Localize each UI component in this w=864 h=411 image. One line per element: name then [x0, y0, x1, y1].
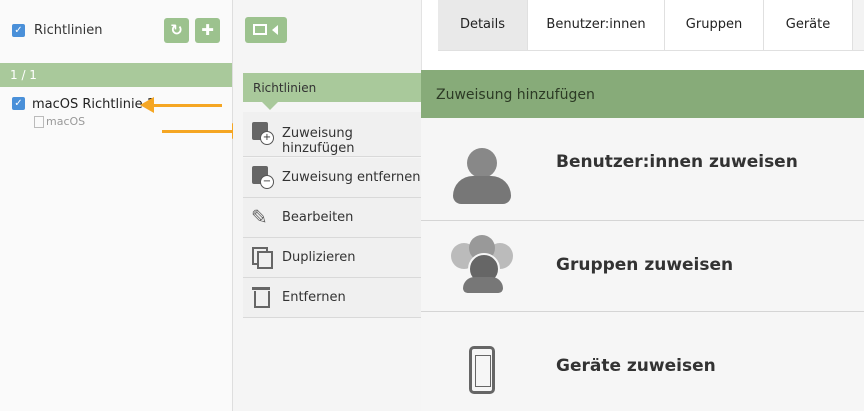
duplicate-icon [251, 246, 273, 269]
assign-groups-option[interactable]: Gruppen zuweisen [421, 221, 864, 312]
trash-icon [251, 286, 273, 308]
add-policy-button[interactable]: ✚ [195, 18, 220, 43]
action-label: Zuweisung hinzufügen [282, 126, 355, 156]
option-label: Geräte zuweisen [556, 356, 716, 376]
policy-list-pane [0, 0, 233, 411]
select-all-checkbox[interactable]: ✓ [12, 24, 25, 37]
policy-platform: macOS [46, 115, 86, 128]
action-label: Zuweisung entfernen [282, 170, 421, 185]
assignment-remove-icon: − [251, 166, 274, 189]
annotation-arrow-2 [162, 130, 232, 133]
assign-users-option[interactable]: Benutzer:innen zuweisen [421, 118, 864, 221]
refresh-button[interactable]: ↻ [164, 18, 189, 43]
action-remove-assignment[interactable]: − Zuweisung entfernen [243, 158, 421, 198]
pagination-counter: 1 / 1 [0, 63, 232, 87]
chevron-left-icon [272, 25, 278, 35]
counter-text: 1 / 1 [10, 68, 37, 82]
action-add-assignment[interactable]: + Zuweisung hinzufügen [243, 112, 421, 157]
plus-icon: ✚ [201, 21, 214, 39]
action-edit[interactable]: ✎ Bearbeiten [243, 198, 421, 238]
pencil-icon: ✎ [251, 205, 268, 229]
refresh-icon: ↻ [170, 21, 183, 39]
assign-devices-option[interactable]: Geräte zuweisen [421, 312, 864, 411]
tab-devices[interactable]: Geräte [764, 0, 853, 50]
policy-name[interactable]: macOS Richtlinie 1 [32, 97, 155, 112]
tab-users[interactable]: Benutzer:innen [528, 0, 665, 50]
policy-checkbox[interactable]: ✓ [12, 97, 25, 110]
group-icon [451, 235, 515, 295]
option-label: Benutzer:innen zuweisen [556, 152, 798, 172]
assignment-add-icon: + [251, 122, 274, 145]
panel-toggle-icon [253, 24, 267, 35]
panel-title: Zuweisung hinzufügen [436, 87, 595, 103]
action-duplicate[interactable]: Duplizieren [243, 238, 421, 278]
section-title: Richtlinien [253, 81, 317, 95]
tab-groups[interactable]: Gruppen [665, 0, 764, 50]
action-label: Duplizieren [282, 250, 356, 265]
panel-header: Zuweisung hinzufügen [421, 70, 864, 118]
option-label: Gruppen zuweisen [556, 255, 734, 275]
user-icon [453, 148, 511, 208]
collapse-pane-button[interactable] [245, 17, 287, 43]
phone-icon [469, 346, 495, 394]
annotation-arrow-1 [152, 104, 222, 107]
macos-platform-icon [34, 116, 44, 128]
tab-details[interactable]: Details [438, 0, 528, 50]
policy-list-header: Richtlinien [34, 23, 103, 38]
action-label: Entfernen [282, 290, 346, 305]
section-pointer [262, 102, 278, 110]
actions-section-header: Richtlinien [243, 73, 421, 102]
action-delete[interactable]: Entfernen [243, 278, 421, 318]
action-label: Bearbeiten [282, 210, 354, 225]
arrowhead-left-icon [140, 97, 154, 113]
